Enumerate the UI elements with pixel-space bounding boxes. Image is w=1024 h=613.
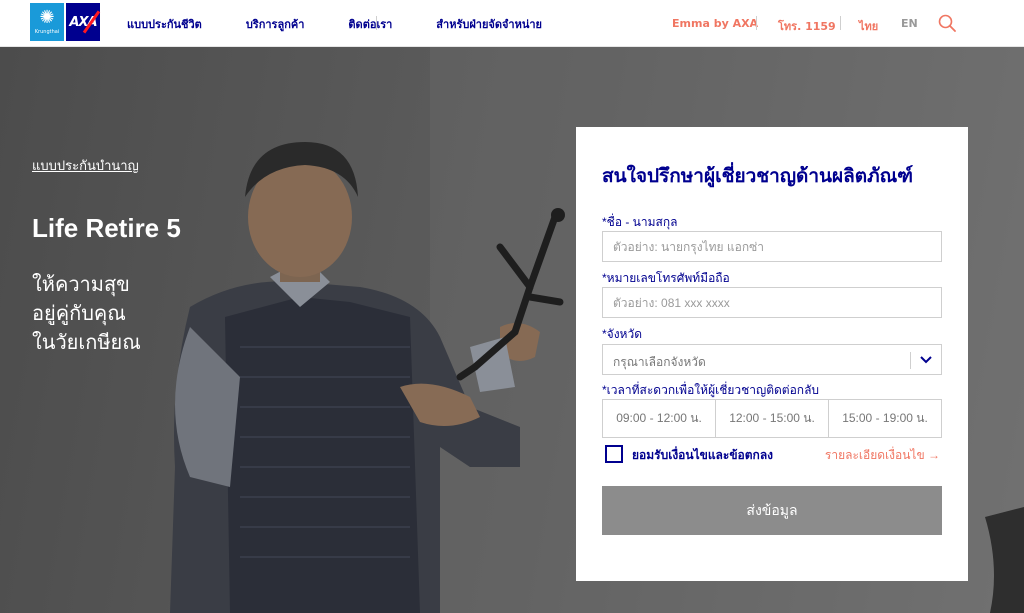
tagline-line: ให้ความสุข [32, 274, 130, 296]
main-nav: แบบประกันชีวิต บริการลูกค้า ติดต่อเรา สำ… [127, 0, 586, 47]
krungthai-logo-text: Krungthai [34, 29, 60, 35]
nav-life-insurance[interactable]: แบบประกันชีวิต [127, 15, 202, 33]
phone-field[interactable] [602, 287, 942, 318]
chevron-down-icon[interactable] [918, 351, 934, 367]
time-slot-morning[interactable]: 09:00 - 12:00 น. [603, 400, 716, 437]
time-label: *เวลาที่สะดวกเพื่อให้ผู้เชี่ยวชาญติดต่อก… [602, 383, 820, 397]
terms-details-link[interactable]: รายละเอียดเงื่อนไข → [825, 446, 940, 465]
province-label: *จังหวัด [602, 327, 643, 341]
util-divider [840, 16, 841, 30]
hero-tagline: ให้ความสุข อยู่คู่กับคุณ ในวัยเกษียณ [32, 271, 232, 358]
time-slot-evening[interactable]: 15:00 - 19:00 น. [829, 400, 941, 437]
consent-checkbox[interactable] [605, 445, 623, 463]
submit-button[interactable]: ส่งข้อมูล [602, 486, 942, 535]
site-header: ✺ Krungthai AXA แบบประกันชีวิต บริการลูก… [0, 0, 1024, 47]
breadcrumb-annuity[interactable]: แบบประกันบำนาญ [32, 155, 139, 176]
arrow-right-icon: → [928, 448, 940, 462]
krungthai-bird-icon: ✺ [39, 7, 55, 28]
axa-logo: AXA [66, 3, 101, 41]
time-slot-afternoon[interactable]: 12:00 - 15:00 น. [716, 400, 829, 437]
tagline-line: ในวัยเกษียณ [32, 332, 141, 354]
tagline-line: อยู่คู่กับคุณ [32, 303, 126, 325]
consultation-form: สนใจปรึกษาผู้เชี่ยวชาญด้านผลิตภัณฑ์ *ชื่… [576, 127, 968, 581]
time-slot-group: 09:00 - 12:00 น. 12:00 - 15:00 น. 15:00 … [602, 399, 942, 438]
province-select-value: กรุณาเลือกจังหวัด [613, 355, 706, 369]
nav-divider [376, 16, 377, 30]
province-select[interactable]: กรุณาเลือกจังหวัด [602, 344, 942, 375]
name-label: *ชื่อ - นามสกุล [602, 215, 678, 229]
nav-customer-service[interactable]: บริการลูกค้า [246, 15, 305, 33]
lang-thai[interactable]: ไทย [859, 17, 878, 35]
terms-link-text[interactable]: รายละเอียดเงื่อนไข [825, 448, 925, 462]
util-divider [756, 16, 757, 30]
select-divider [910, 352, 911, 369]
phone-link[interactable]: โทร. 1159 [778, 17, 836, 35]
krungthai-logo: ✺ Krungthai [30, 3, 64, 41]
brand-logo[interactable]: ✺ Krungthai AXA [30, 3, 101, 41]
search-icon[interactable] [938, 14, 956, 32]
product-title: Life Retire 5 [32, 213, 181, 243]
consent-label[interactable]: ยอมรับเงื่อนไขและข้อตกลง [632, 446, 773, 465]
emma-link[interactable]: Emma by AXA [672, 17, 758, 30]
phone-label: *หมายเลขโทรศัพท์มือถือ [602, 271, 730, 285]
nav-contact-us[interactable]: ติดต่อเรา [348, 15, 392, 33]
name-field[interactable] [602, 231, 942, 262]
nav-distribution[interactable]: สำหรับฝ่ายจัดจำหน่าย [436, 15, 542, 33]
form-title: สนใจปรึกษาผู้เชี่ยวชาญด้านผลิตภัณฑ์ [602, 166, 914, 187]
lang-english[interactable]: EN [901, 17, 918, 30]
